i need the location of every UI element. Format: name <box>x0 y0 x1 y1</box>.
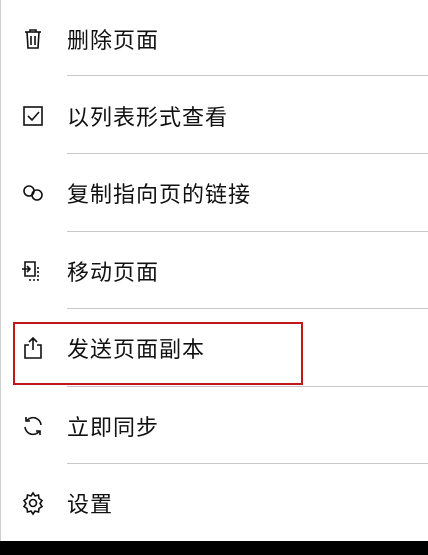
checkbox-icon <box>19 102 47 130</box>
menu-item-label: 复制指向页的链接 <box>67 182 252 208</box>
link-icon <box>19 179 47 207</box>
menu-item-label: 设置 <box>67 492 114 518</box>
menu-item-label: 立即同步 <box>67 415 160 441</box>
bottom-bar <box>0 541 428 555</box>
menu-item-sync-now[interactable]: 立即同步 <box>1 387 428 464</box>
divider <box>67 75 428 76</box>
menu-item-label: 发送页面副本 <box>67 337 206 363</box>
menu-item-send-page-copy[interactable]: 发送页面副本 <box>1 309 428 386</box>
share-icon <box>19 334 47 362</box>
move-page-icon <box>19 257 47 285</box>
context-menu: 删除页面 以列表形式查看 复制指向页的链接 移动页面 发送页面副本 立即同步 设… <box>0 0 428 541</box>
trash-icon <box>19 25 47 53</box>
menu-item-label: 移动页面 <box>67 260 160 286</box>
menu-item-copy-link[interactable]: 复制指向页的链接 <box>1 154 428 231</box>
menu-item-label: 以列表形式查看 <box>67 105 229 131</box>
sync-icon <box>19 412 47 440</box>
gear-icon <box>19 489 47 517</box>
menu-item-settings[interactable]: 设置 <box>1 464 428 541</box>
menu-item-view-as-list[interactable]: 以列表形式查看 <box>1 77 428 154</box>
menu-item-label: 删除页面 <box>67 28 160 54</box>
menu-item-delete-page[interactable]: 删除页面 <box>1 0 428 77</box>
menu-item-move-page[interactable]: 移动页面 <box>1 232 428 309</box>
